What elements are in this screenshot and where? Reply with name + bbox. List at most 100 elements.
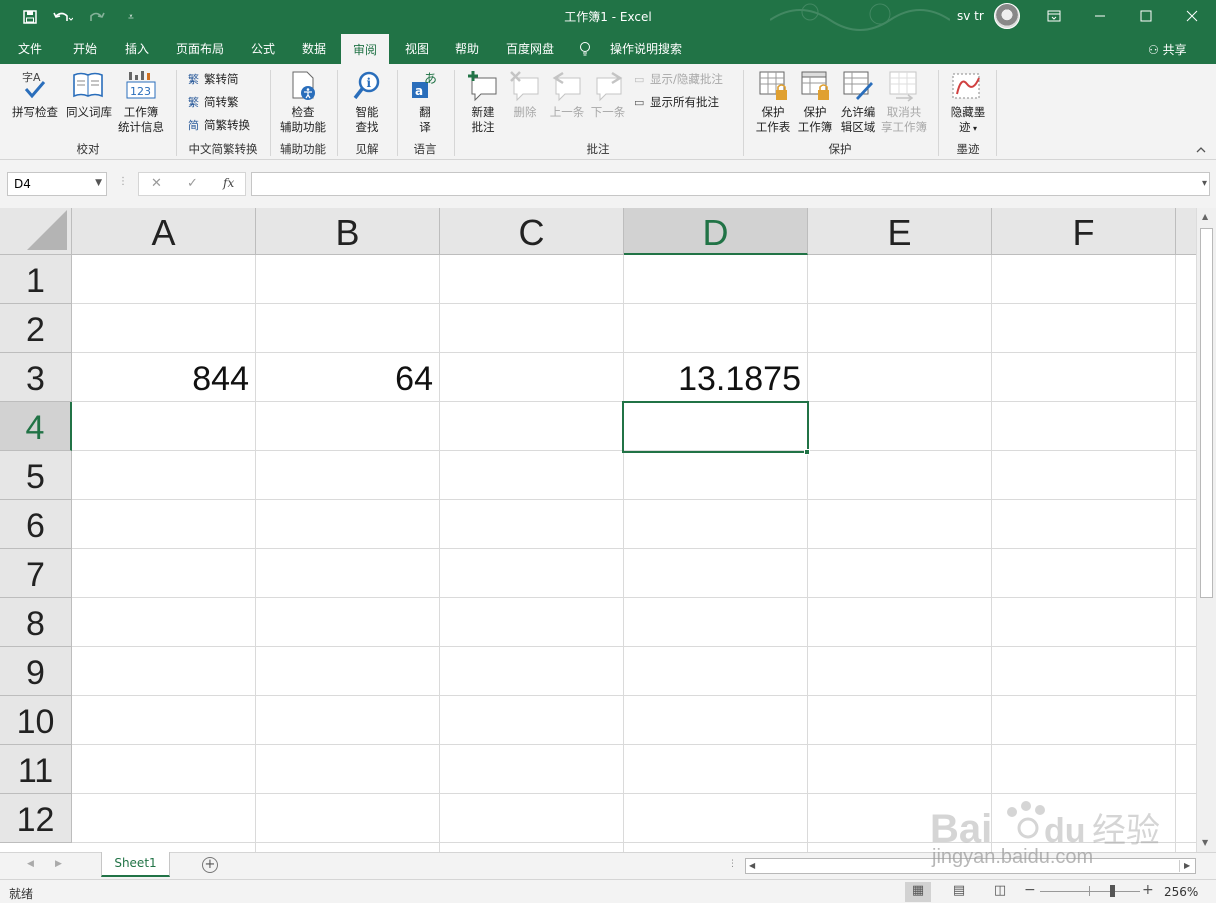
tab-insert[interactable]: 插入 xyxy=(115,34,159,64)
sheet-prev-icon[interactable]: ◀ xyxy=(27,859,34,869)
ribbon-separator xyxy=(397,70,398,156)
translate-line2: 译 xyxy=(419,120,431,134)
row-header-7[interactable]: 7 xyxy=(0,549,72,598)
column-header-b[interactable]: B xyxy=(256,208,440,255)
row-header-4[interactable]: 4 xyxy=(0,402,72,451)
row-header-1[interactable]: 1 xyxy=(0,255,72,304)
scroll-right-icon[interactable]: ▶ xyxy=(1184,861,1190,870)
hide-ink-line2: 迹 ▾ xyxy=(958,120,978,134)
cancel-icon[interactable]: ✕ xyxy=(151,176,162,191)
ribbon-separator xyxy=(454,70,455,156)
cell-b3[interactable]: 64 xyxy=(256,353,439,401)
chevron-down-icon[interactable]: ▼ xyxy=(95,178,102,188)
ribbon-display-options-icon[interactable] xyxy=(1031,0,1077,32)
row-header-8[interactable]: 8 xyxy=(0,598,72,647)
tab-view[interactable]: 视图 xyxy=(395,34,439,64)
tab-home[interactable]: 开始 xyxy=(63,34,107,64)
tab-formulas[interactable]: 公式 xyxy=(241,34,285,64)
smart-lookup-line1: 智能 xyxy=(355,105,379,119)
worksheet-grid[interactable]: A B C D E F 1 2 3 4 5 6 7 8 9 10 11 12 8… xyxy=(0,208,1196,852)
formula-input[interactable]: ▾ xyxy=(251,172,1210,196)
cell-a3[interactable]: 844 xyxy=(72,353,255,401)
tab-split-handle-icon[interactable]: ⋮ xyxy=(728,859,737,869)
user-name[interactable]: sv tr xyxy=(957,9,984,23)
column-header-g-partial[interactable] xyxy=(1176,208,1196,255)
comments-small-icon: ▭ xyxy=(634,96,645,109)
tab-file[interactable]: 文件 xyxy=(8,34,52,64)
zoom-slider-thumb[interactable] xyxy=(1110,885,1115,897)
vertical-scroll-thumb[interactable] xyxy=(1200,228,1213,598)
tab-help[interactable]: 帮助 xyxy=(445,34,489,64)
to-traditional-button[interactable]: 繁简转繁 xyxy=(188,94,239,111)
tab-page-layout[interactable]: 页面布局 xyxy=(168,34,232,64)
formula-bar-grip-icon[interactable]: ⋮ xyxy=(118,176,128,187)
zoom-out-icon[interactable]: − xyxy=(1024,882,1036,898)
row-header-2[interactable]: 2 xyxy=(0,304,72,353)
to-simplified-button[interactable]: 繁繁转简 xyxy=(188,71,239,88)
zoom-slider-track[interactable] xyxy=(1040,891,1140,892)
tab-data[interactable]: 数据 xyxy=(292,34,336,64)
scroll-up-icon[interactable]: ▲ xyxy=(1202,212,1208,221)
column-header-c[interactable]: C xyxy=(440,208,624,255)
row-header-12[interactable]: 12 xyxy=(0,794,72,843)
tell-me-search[interactable]: 操作说明搜索 xyxy=(604,34,688,64)
tab-review[interactable]: 审阅 xyxy=(341,34,389,64)
vertical-scrollbar[interactable]: ▲ ▼ xyxy=(1196,208,1216,852)
row-header-6[interactable]: 6 xyxy=(0,500,72,549)
spell-check-label: 拼写检查 xyxy=(12,105,58,119)
collapse-ribbon-icon[interactable] xyxy=(1196,146,1206,157)
maximize-icon[interactable] xyxy=(1123,0,1169,32)
cell-d3[interactable]: 13.1875 xyxy=(624,353,807,401)
scroll-left-icon[interactable]: ◀ xyxy=(749,861,755,870)
close-icon[interactable] xyxy=(1169,0,1215,32)
column-header-d[interactable]: D xyxy=(624,208,808,255)
row-header-9[interactable]: 9 xyxy=(0,647,72,696)
fill-handle[interactable] xyxy=(804,449,810,455)
page-break-preview-icon[interactable]: ◫ xyxy=(987,882,1013,902)
row-header-5[interactable]: 5 xyxy=(0,451,72,500)
tab-baidu-netdisk[interactable]: 百度网盘 xyxy=(500,34,560,64)
zoom-slider-midpoint xyxy=(1089,886,1090,896)
expand-formula-bar-icon[interactable]: ▾ xyxy=(1202,178,1207,189)
zoom-level[interactable]: 256% xyxy=(1164,885,1198,899)
simplified-to-traditional-icon: 繁 xyxy=(188,96,199,109)
enter-icon[interactable]: ✓ xyxy=(187,176,198,191)
protect-workbook-line2: 工作簿 xyxy=(797,120,833,134)
row-header-10[interactable]: 10 xyxy=(0,696,72,745)
zoom-in-icon[interactable]: + xyxy=(1142,882,1154,898)
column-header-a[interactable]: A xyxy=(72,208,256,255)
check-access-line2: 辅助功能 xyxy=(280,120,326,134)
protect-sheet-icon xyxy=(759,71,787,100)
normal-view-icon[interactable]: ▦ xyxy=(905,882,931,902)
column-header-f[interactable]: F xyxy=(992,208,1176,255)
avatar[interactable] xyxy=(994,3,1020,29)
active-cell-d4[interactable] xyxy=(622,401,809,453)
sheet-tab-sheet1[interactable]: Sheet1 xyxy=(101,852,170,877)
scroll-down-icon[interactable]: ▼ xyxy=(1202,838,1208,847)
svg-text:123: 123 xyxy=(130,85,151,98)
watermark-url: jingyan.baidu.com xyxy=(932,846,1094,868)
gridline xyxy=(807,255,808,852)
previous-comment-icon xyxy=(552,71,581,102)
show-all-comments-button[interactable]: ▭ 显示所有批注 xyxy=(634,94,719,111)
group-insights-label: 见解 xyxy=(355,142,379,156)
add-sheet-icon[interactable]: + xyxy=(202,857,218,873)
gridline xyxy=(1175,255,1176,852)
convert-button[interactable]: 简简繁转换 xyxy=(188,117,250,134)
hide-ink-icon xyxy=(952,73,980,99)
insert-function-icon[interactable]: fx xyxy=(223,176,234,190)
select-all-button[interactable] xyxy=(0,208,72,255)
row-header-11[interactable]: 11 xyxy=(0,745,72,794)
minimize-icon[interactable] xyxy=(1077,0,1123,32)
page-layout-view-icon[interactable]: ▤ xyxy=(946,882,972,902)
show-hide-comment-button[interactable]: ▭ 显示/隐藏批注 xyxy=(634,71,723,88)
share-button[interactable]: ⚇ 共享 xyxy=(1148,41,1187,58)
sheet-next-icon[interactable]: ▶ xyxy=(55,859,62,869)
ribbon: 字A 拼写检查 同义词库 123 工作簿 统计信息 校对 繁繁转简 繁简转繁 简… xyxy=(0,64,1216,160)
row-header-3[interactable]: 3 xyxy=(0,353,72,402)
column-header-e[interactable]: E xyxy=(808,208,992,255)
allow-edit-line2: 辑区域 xyxy=(840,120,876,134)
traditional-to-simplified-icon: 繁 xyxy=(188,73,199,86)
name-box[interactable]: D4 ▼ xyxy=(7,172,107,196)
previous-label: 上一条 xyxy=(549,105,585,119)
